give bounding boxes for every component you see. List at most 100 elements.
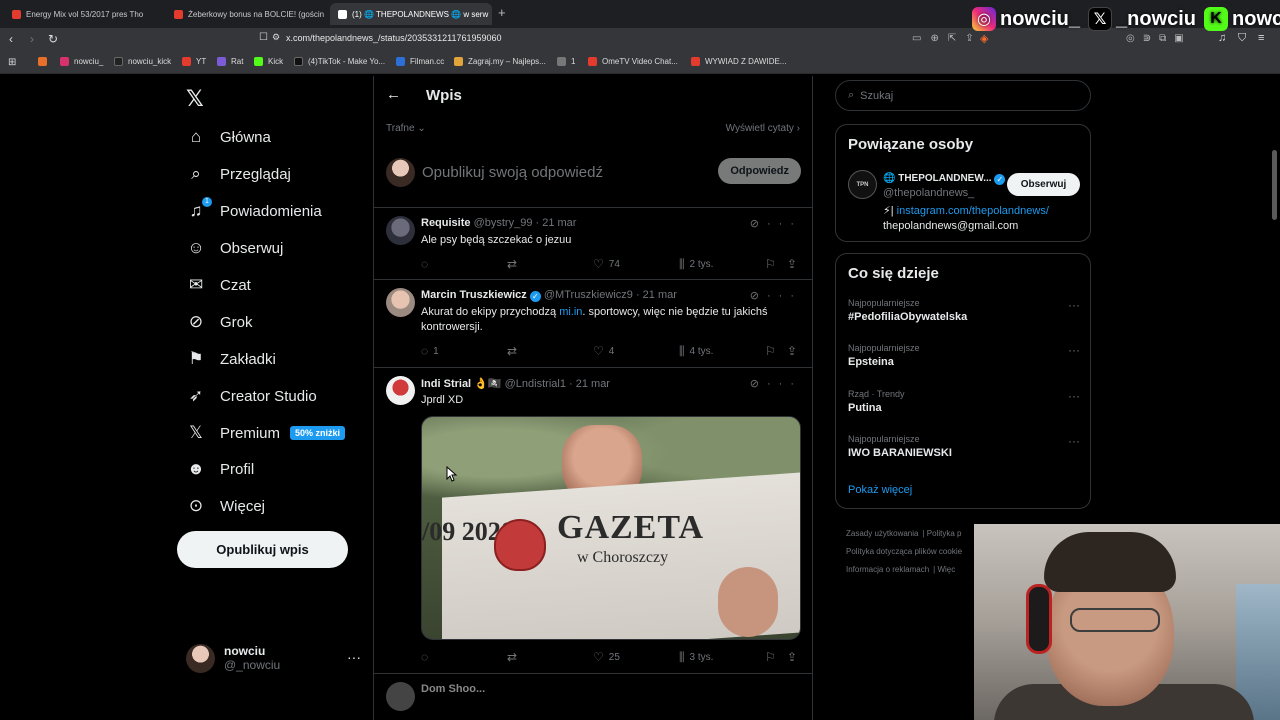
trend-item[interactable]: Najpopularniejsze Epsteina ··· <box>848 343 1080 368</box>
url-input[interactable]: x.com/thepolandnews_/status/203533121176… <box>286 33 502 43</box>
x-logo-icon[interactable]: 𝕏 <box>186 86 204 112</box>
bookmark-item[interactable]: WYWIAD Z DAWIDE... <box>691 57 786 66</box>
author-handle[interactable]: @MTruszkiewicz9 <box>544 289 633 301</box>
avatar[interactable] <box>386 376 415 405</box>
back-arrow-icon[interactable]: ‹ <box>9 32 13 46</box>
show-more-link[interactable]: Pokaż więcej <box>848 484 912 496</box>
reply-action[interactable]: ◌ 1 <box>421 344 439 358</box>
browser-tab-1[interactable]: Energy Mix vol 53/2017 pres Tho <box>4 3 164 25</box>
browser-tab-active[interactable]: (1) 🌐 THEPOLANDNEWS 🌐 w serw ✕ <box>330 3 492 25</box>
post-date[interactable]: · 21 mar <box>536 217 577 229</box>
more-dots-icon[interactable]: ··· <box>767 290 802 302</box>
share-action[interactable]: ⇪ <box>787 344 802 358</box>
account-switcher[interactable]: nowciu @_nowciu ··· <box>186 641 361 675</box>
bio-link[interactable]: instagram.com/thepolandnews/ <box>897 205 1049 217</box>
footer-link[interactable]: Polityka p <box>927 529 962 538</box>
search-input[interactable]: ⌕ Szukaj <box>835 80 1091 111</box>
bookmark-item[interactable]: (4)TikTok - Make Yo... <box>294 57 385 66</box>
avatar[interactable]: TPN <box>848 170 877 199</box>
post-media-image[interactable]: /09 2020 GAZETA w Choroszczy <box>421 416 801 640</box>
reload-icon[interactable]: ↻ <box>48 32 58 46</box>
nav-item-profile[interactable]: ☻ Profil <box>186 454 254 484</box>
footer-link[interactable]: Polityka dotycząca plików cookie <box>846 547 962 556</box>
bookmark-item[interactable]: Rat <box>217 57 243 66</box>
bookmark-item[interactable] <box>38 57 52 66</box>
more-dots-icon[interactable]: ··· <box>1068 343 1080 357</box>
nav-item-home[interactable]: ⌂ Główna <box>186 122 271 152</box>
bookmark-page-icon[interactable]: ☐ <box>259 32 268 43</box>
more-dots-icon[interactable]: ··· <box>1068 434 1080 448</box>
author-name[interactable]: Indi Strial 👌🏴‍☠️ <box>421 378 502 390</box>
grok-icon[interactable]: ⊘ <box>750 378 767 390</box>
nav-item-chat[interactable]: ✉ Czat <box>186 270 251 300</box>
extension-icons[interactable]: ◎⋑⧉▣ <box>1126 33 1192 44</box>
apps-grid-icon[interactable]: ⊞ <box>8 57 16 68</box>
repost-action[interactable]: ⇄ <box>507 650 522 664</box>
reply-post[interactable]: Requisite @bystry_99 · 21 mar ⊘··· Ale p… <box>374 208 812 280</box>
share-action[interactable]: ⇪ <box>787 650 802 664</box>
share-action[interactable]: ⇪ <box>787 257 802 271</box>
bookmark-item[interactable]: 1 <box>557 57 575 66</box>
bookmark-item[interactable]: Zagraj.my – Najleps... <box>454 57 546 66</box>
author-handle[interactable]: @bystry_99 <box>474 217 533 229</box>
more-dots-icon[interactable]: ··· <box>1068 298 1080 312</box>
like-action[interactable]: ♡ 25 <box>593 650 620 664</box>
footer-link[interactable]: Informacja o reklamach <box>846 565 929 574</box>
avatar[interactable] <box>386 682 415 711</box>
trend-item[interactable]: Najpopularniejsze IWO BARANIEWSKI ··· <box>848 434 1080 459</box>
post-date[interactable]: · 21 mar <box>569 378 610 390</box>
avatar[interactable] <box>386 288 415 317</box>
bookmark-item[interactable]: Kick <box>254 57 283 66</box>
reply-action[interactable]: ◌ <box>421 257 433 271</box>
bookmark-item[interactable]: nowciu_kick <box>114 57 171 66</box>
avatar[interactable] <box>386 216 415 245</box>
like-action[interactable]: ♡ 74 <box>593 257 620 271</box>
more-dots-icon[interactable]: ··· <box>767 378 802 390</box>
reply-input[interactable]: Opublikuj swoją odpowiedź <box>422 164 603 181</box>
reply-post[interactable]: Indi Strial 👌🏴‍☠️ @Lndistrial1 · 21 mar … <box>374 368 812 674</box>
views-action[interactable]: ⫼ 3 tys. <box>679 650 713 665</box>
more-dots-icon[interactable]: ··· <box>767 218 802 230</box>
back-arrow-icon[interactable]: ← <box>386 86 401 103</box>
trend-item[interactable]: Rząd · Trendy Putina ··· <box>848 389 1080 414</box>
grok-icon[interactable]: ⊘ <box>750 290 767 302</box>
bookmark-item[interactable]: OmeTV Video Chat... <box>588 57 678 66</box>
repost-action[interactable]: ⇄ <box>507 344 522 358</box>
bookmark-action[interactable]: ⚐ <box>765 344 781 358</box>
more-dots-icon[interactable]: ··· <box>1068 389 1080 403</box>
nav-item-explore[interactable]: ⌕ Przeglądaj <box>186 159 291 189</box>
nav-item-notifications[interactable]: ♫ 1 Powiadomienia <box>186 196 322 226</box>
nav-item-more[interactable]: ⊙ Więcej <box>186 491 265 521</box>
views-action[interactable]: ⫼ 4 tys. <box>679 344 713 359</box>
nav-item-bookmarks[interactable]: ⚑ Zakładki <box>186 344 275 374</box>
related-name[interactable]: 🌐 THEPOLANDNEW... ✓ <box>883 173 1006 185</box>
view-quotes-link[interactable]: Wyświetl cytaty › <box>726 123 800 134</box>
bookmark-item[interactable]: Filman.cc <box>396 57 444 66</box>
new-tab-button[interactable]: + <box>498 5 506 20</box>
reply-post[interactable]: Marcin Truszkiewicz ✓ @MTruszkiewicz9 · … <box>374 280 812 368</box>
nav-item-creator-studio[interactable]: ➶ Creator Studio <box>186 381 317 411</box>
nav-item-follow[interactable]: ☺ Obserwuj <box>186 233 283 263</box>
nav-item-grok[interactable]: ⊘ Grok <box>186 307 253 337</box>
browser-tab-2[interactable]: Żeberkowy bonus na BOLCIE! (gościn <box>166 3 328 25</box>
follow-button[interactable]: Obserwuj <box>1007 173 1080 196</box>
nav-item-premium[interactable]: 𝕏 Premium 50% zniżki <box>186 418 346 448</box>
trend-item[interactable]: Najpopularniejsze #PedofiliaObywatelska … <box>848 298 1080 323</box>
sort-dropdown[interactable]: Trafne ⌄ <box>386 123 426 134</box>
repost-action[interactable]: ⇄ <box>507 257 522 271</box>
author-name[interactable]: Marcin Truszkiewicz <box>421 289 527 301</box>
author-name[interactable]: Dom Shoo... <box>421 683 485 695</box>
bookmark-item[interactable]: YT <box>182 57 206 66</box>
footer-link[interactable]: Więc <box>937 565 955 574</box>
author-handle[interactable]: @Lndistrial1 <box>505 378 566 390</box>
bookmark-action[interactable]: ⚐ <box>765 650 781 664</box>
bookmark-action[interactable]: ⚐ <box>765 257 781 271</box>
author-name[interactable]: Requisite <box>421 217 471 229</box>
related-handle[interactable]: @thepolandnews_ <box>883 187 974 199</box>
grok-icon[interactable]: ⊘ <box>750 218 767 230</box>
post-button[interactable]: Opublikuj wpis <box>177 531 348 568</box>
address-bar-actions[interactable]: ▭⊕⇱⇪ <box>912 33 983 44</box>
post-date[interactable]: · 21 mar <box>636 289 677 301</box>
reply-action[interactable]: ◌ <box>421 650 433 664</box>
forward-arrow-icon[interactable]: › <box>30 32 34 46</box>
